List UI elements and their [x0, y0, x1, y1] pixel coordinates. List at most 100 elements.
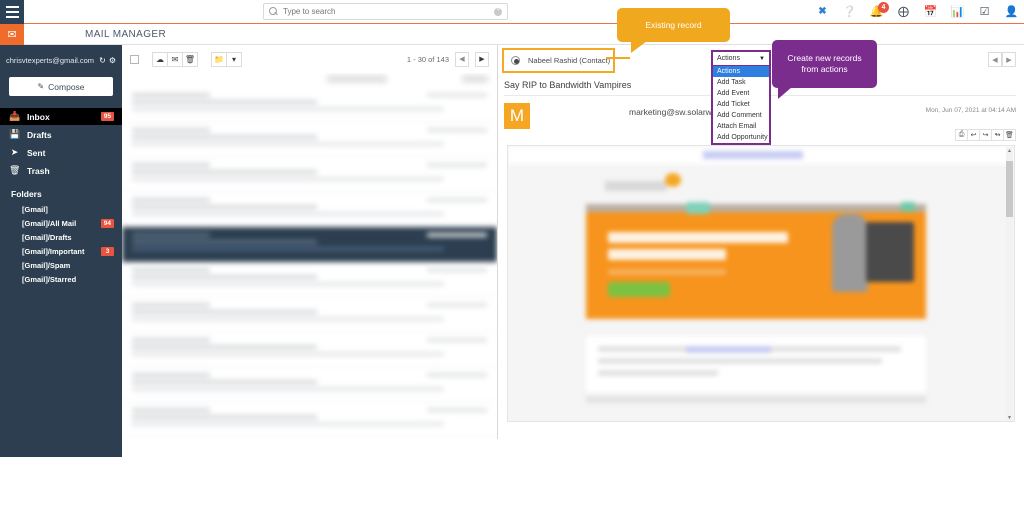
- folder-label: [Gmail]/All Mail: [22, 218, 77, 228]
- body-scrollbar[interactable]: ▲ ▼: [1006, 147, 1013, 421]
- prev-page-button[interactable]: ◀: [455, 51, 469, 67]
- menu-item-add-opportunity[interactable]: Add Opportunity: [713, 132, 769, 143]
- email-body-content: [508, 146, 1014, 421]
- search-icon: [269, 7, 278, 16]
- search-input[interactable]: [283, 7, 494, 16]
- callout-existing-record: Existing record: [617, 8, 730, 53]
- menu-item-add-event[interactable]: Add Event: [713, 88, 769, 99]
- email-subject: Say RIP to Bandwidth Vampires: [504, 80, 632, 90]
- folder-label: [Gmail]: [22, 204, 48, 214]
- tasks-checkbox-icon[interactable]: ☑: [978, 6, 991, 19]
- folders-heading: Folders: [11, 189, 42, 199]
- move-folder-button[interactable]: 📁: [211, 51, 227, 67]
- folder-label: [Gmail]/Drafts: [22, 232, 72, 242]
- table-row[interactable]: [122, 157, 497, 192]
- refresh-icon[interactable]: ↻: [99, 56, 106, 65]
- account-email: chrisvtexperts@gmail.com: [6, 55, 95, 65]
- table-row[interactable]: [122, 262, 497, 297]
- gear-icon[interactable]: ⚙: [109, 56, 116, 65]
- sidebar-item-sent[interactable]: ➤ Sent: [0, 144, 122, 161]
- inbox-icon: 📥: [9, 111, 21, 121]
- delete-button[interactable]: 🗑: [182, 51, 198, 67]
- table-row[interactable]: [122, 367, 497, 402]
- drafts-icon: 💾: [9, 129, 21, 139]
- sidebar-folder-starred[interactable]: [Gmail]/Starred: [0, 272, 122, 286]
- table-row[interactable]: [122, 297, 497, 332]
- sidebar-item-trash[interactable]: 🗑 Trash: [0, 162, 122, 179]
- menu-item-add-task[interactable]: Add Task: [713, 77, 769, 88]
- table-row[interactable]: [122, 87, 497, 122]
- sidebar-item-label: Sent: [27, 147, 46, 158]
- sidebar: chrisvtexperts@gmail.com ↻ ⚙ ✎ Compose 📥…: [0, 45, 122, 457]
- notifications-bell-icon[interactable]: 🔔 4: [870, 1, 889, 19]
- sidebar-item-inbox[interactable]: 📥 Inbox 95: [0, 108, 122, 125]
- scrollbar-thumb[interactable]: [1006, 161, 1013, 217]
- menu-item-actions[interactable]: Actions: [713, 66, 769, 77]
- scroll-down-icon[interactable]: ▼: [1006, 414, 1013, 421]
- scroll-up-icon[interactable]: ▲: [1006, 147, 1013, 155]
- envelope-icon: ✉: [0, 24, 24, 45]
- pagination-label: 1 - 30 of 143: [406, 54, 449, 64]
- table-row-selected[interactable]: [122, 227, 497, 262]
- folder-count-badge: 94: [100, 218, 114, 228]
- folder-dropdown-button[interactable]: ▾: [226, 51, 242, 67]
- menu-item-add-comment[interactable]: Add Comment: [713, 110, 769, 121]
- folder-move-group: 📁 ▾: [211, 51, 242, 67]
- email-timestamp: Mon, Jun 07, 2021 at 04:14 AM: [925, 107, 1016, 114]
- sidebar-item-drafts[interactable]: 💾 Drafts: [0, 126, 122, 143]
- table-row[interactable]: [122, 332, 497, 367]
- table-row[interactable]: [122, 192, 497, 227]
- callout-create-records: Create new records from actions: [772, 40, 877, 99]
- actions-option-list: Actions Add Task Add Event Add Ticket Ad…: [713, 66, 769, 143]
- next-message-button[interactable]: ▶: [1002, 52, 1016, 67]
- menu-item-add-ticket[interactable]: Add Ticket: [713, 99, 769, 110]
- sidebar-folder-spam[interactable]: [Gmail]/Spam: [0, 258, 122, 272]
- user-profile-icon[interactable]: 👤: [1005, 6, 1019, 19]
- archive-button[interactable]: ☁: [152, 51, 168, 67]
- table-row[interactable]: [122, 402, 497, 437]
- clear-circle-icon[interactable]: [494, 5, 502, 16]
- sidebar-folder-all-mail[interactable]: [Gmail]/All Mail 94: [0, 216, 122, 230]
- linked-record-row[interactable]: Nabeel Rashid (Contact): [502, 48, 615, 73]
- sidebar-folder-important[interactable]: [Gmail]/Important 3: [0, 244, 122, 258]
- avatar: M: [504, 103, 530, 129]
- folder-label: [Gmail]/Important: [22, 246, 85, 256]
- list-pagination: 1 - 30 of 143 ◀ ▶: [407, 45, 489, 73]
- account-row: chrisvtexperts@gmail.com ↻ ⚙: [0, 53, 122, 67]
- hamburger-menu-icon[interactable]: [0, 0, 24, 24]
- select-all-checkbox[interactable]: [130, 54, 139, 64]
- message-action-bar: ⎙ ↩ ↪ ↬ 🗑: [955, 129, 1016, 141]
- reports-chart-icon[interactable]: 📊: [951, 6, 965, 19]
- next-page-button[interactable]: ▶: [475, 51, 489, 67]
- inbox-count-badge: 95: [100, 112, 114, 121]
- actions-select-trigger[interactable]: Actions ▼: [713, 52, 769, 66]
- xero-icon[interactable]: ✖: [816, 6, 829, 19]
- actions-dropdown[interactable]: Actions ▼ Actions Add Task Add Event Add…: [711, 50, 771, 145]
- message-nav: ◀ ▶: [988, 52, 1016, 67]
- email-body-frame: ▲ ▼: [507, 145, 1015, 422]
- add-circle-icon[interactable]: ⨁: [897, 6, 910, 19]
- mark-read-button[interactable]: ✉: [167, 51, 183, 67]
- sidebar-item-label: Inbox: [27, 111, 50, 122]
- sidebar-folder-gmail[interactable]: [Gmail]: [0, 202, 122, 216]
- top-icon-bar: ✖ ❔ 🔔 4 ⨁ 📅 📊 ☑ 👤: [816, 0, 1018, 24]
- compose-pencil-icon: ✎: [37, 82, 45, 91]
- help-icon[interactable]: ❔: [843, 6, 857, 19]
- calendar-icon[interactable]: 📅: [924, 6, 938, 19]
- compose-button[interactable]: ✎ Compose: [9, 77, 113, 96]
- mail-manager-app: ✖ ❔ 🔔 4 ⨁ 📅 📊 ☑ 👤 ✉ MAIL MANAGER chrisvt…: [0, 0, 1024, 517]
- sidebar-item-label: Drafts: [27, 129, 52, 140]
- delete-icon[interactable]: 🗑: [1003, 129, 1016, 141]
- actions-selected-value: Actions: [717, 55, 740, 62]
- sidebar-folder-drafts[interactable]: [Gmail]/Drafts: [0, 230, 122, 244]
- compose-label: Compose: [48, 81, 85, 92]
- menu-item-attach-email[interactable]: Attach Email: [713, 121, 769, 132]
- list-header-blur: [122, 73, 497, 87]
- prev-message-button[interactable]: ◀: [988, 52, 1002, 67]
- record-label: Nabeel Rashid (Contact): [528, 56, 611, 65]
- global-search[interactable]: [263, 3, 508, 20]
- table-row[interactable]: [122, 122, 497, 157]
- record-radio-button[interactable]: [511, 56, 520, 65]
- trash-icon: 🗑: [9, 165, 21, 175]
- chevron-down-icon: ▼: [759, 55, 765, 62]
